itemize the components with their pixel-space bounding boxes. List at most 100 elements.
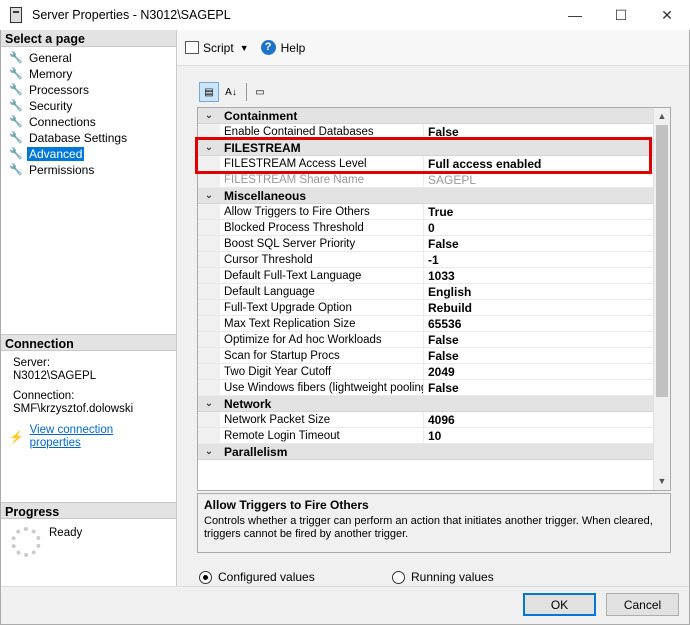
row-gutter	[198, 300, 220, 315]
property-row[interactable]: Cursor Threshold -1	[198, 252, 670, 268]
property-pages-icon[interactable]: ▭	[250, 82, 270, 102]
row-gutter	[198, 412, 220, 427]
property-value[interactable]: English	[424, 284, 670, 299]
category-name: Network	[224, 397, 272, 411]
property-value[interactable]: False	[424, 348, 670, 363]
property-row[interactable]: Default Language English	[198, 284, 670, 300]
property-value[interactable]: SAGEPL	[424, 172, 670, 187]
sidebar-item-label: Permissions	[29, 163, 95, 177]
property-row[interactable]: Scan for Startup Procs False	[198, 348, 670, 364]
property-name: Boost SQL Server Priority	[220, 236, 424, 251]
property-row[interactable]: Boost SQL Server Priority False	[198, 236, 670, 252]
alphabetical-sort-icon[interactable]: A↓	[221, 82, 241, 102]
sidebar-item-general[interactable]: 🔧 General	[1, 50, 176, 66]
row-gutter	[198, 380, 220, 395]
category-row[interactable]: ⌄ Network	[198, 396, 670, 412]
vertical-scrollbar[interactable]: ▲ ▼	[653, 108, 670, 490]
maximize-button[interactable]: ☐	[598, 0, 644, 30]
category-row[interactable]: ⌄ FILESTREAM	[198, 140, 670, 156]
property-value[interactable]: False	[424, 236, 670, 251]
property-name: Max Text Replication Size	[220, 316, 424, 331]
sidebar-item-security[interactable]: 🔧 Security	[1, 98, 176, 114]
property-row[interactable]: FILESTREAM Share Name SAGEPL	[198, 172, 670, 188]
property-value[interactable]: Rebuild	[424, 300, 670, 315]
category-row[interactable]: ⌄ Parallelism	[198, 444, 670, 460]
ok-button[interactable]: OK	[523, 593, 596, 616]
dialog-footer: OK Cancel	[1, 586, 689, 624]
chevron-down-icon[interactable]: ⌄	[198, 188, 220, 203]
chevron-down-icon[interactable]: ⌄	[198, 444, 220, 459]
configured-values-radio[interactable]: Configured values	[199, 570, 392, 584]
categorized-view-icon[interactable]: ▤	[199, 82, 219, 102]
script-button[interactable]: Script ▼	[185, 41, 249, 55]
property-value[interactable]: 0	[424, 220, 670, 235]
property-value[interactable]: 4096	[424, 412, 670, 427]
sidebar-item-processors[interactable]: 🔧 Processors	[1, 82, 176, 98]
radio-unselected-icon[interactable]	[392, 570, 405, 584]
connection-header: Connection	[1, 334, 176, 351]
sidebar-item-permissions[interactable]: 🔧 Permissions	[1, 162, 176, 178]
property-value[interactable]: False	[424, 380, 670, 395]
category-name: FILESTREAM	[224, 141, 301, 155]
property-row[interactable]: Enable Contained Databases False	[198, 124, 670, 140]
sidebar-item-connections[interactable]: 🔧 Connections	[1, 114, 176, 130]
view-connection-properties-link[interactable]: View connection properties	[30, 424, 164, 450]
category-name: Parallelism	[224, 445, 288, 459]
property-value[interactable]: False	[424, 332, 670, 347]
category-row[interactable]: ⌄ Containment	[198, 108, 670, 124]
scrollbar-thumb[interactable]	[656, 125, 668, 397]
description-panel: Allow Triggers to Fire Others Controls w…	[197, 493, 671, 553]
property-value[interactable]: 10	[424, 428, 670, 443]
property-row[interactable]: Max Text Replication Size 65536	[198, 316, 670, 332]
property-grid[interactable]: ⌄ Containment Enable Contained Databases Fa…	[197, 107, 671, 491]
close-button[interactable]: ✕	[644, 0, 690, 30]
property-value[interactable]: 65536	[424, 316, 670, 331]
chevron-down-icon[interactable]: ⌄	[198, 396, 220, 411]
row-gutter	[198, 268, 220, 283]
wrench-icon: 🔧	[9, 84, 23, 96]
property-row[interactable]: Default Full-Text Language 1033	[198, 268, 670, 284]
property-name: Optimize for Ad hoc Workloads	[220, 332, 424, 347]
running-values-label: Running values	[411, 570, 494, 584]
property-row[interactable]: Blocked Process Threshold 0	[198, 220, 670, 236]
property-row[interactable]: Network Packet Size 4096	[198, 412, 670, 428]
category-row[interactable]: ⌄ Miscellaneous	[198, 188, 670, 204]
scroll-up-icon[interactable]: ▲	[654, 108, 670, 125]
server-label: Server:	[13, 357, 51, 369]
cancel-button[interactable]: Cancel	[606, 593, 679, 616]
sidebar-item-database-settings[interactable]: 🔧 Database Settings	[1, 130, 176, 146]
property-name: Two Digit Year Cutoff	[220, 364, 424, 379]
property-value[interactable]: False	[424, 124, 670, 139]
chevron-down-icon[interactable]: ⌄	[198, 140, 220, 155]
connection-value: SMF\krzysztof.dolowski	[13, 403, 134, 415]
property-value[interactable]: 2049	[424, 364, 670, 379]
running-values-radio[interactable]: Running values	[392, 570, 494, 584]
property-value[interactable]: -1	[424, 252, 670, 267]
sidebar-item-label: General	[29, 51, 72, 65]
property-row[interactable]: Remote Login Timeout 10	[198, 428, 670, 444]
wrench-icon: 🔧	[9, 52, 23, 64]
property-name: Cursor Threshold	[220, 252, 424, 267]
property-value[interactable]: 1033	[424, 268, 670, 283]
minimize-button[interactable]: —	[552, 0, 598, 30]
property-name: Default Full-Text Language	[220, 268, 424, 283]
property-row[interactable]: Allow Triggers to Fire Others True	[198, 204, 670, 220]
help-button[interactable]: ? Help	[260, 40, 305, 55]
chevron-down-icon[interactable]: ▼	[240, 43, 249, 53]
property-row[interactable]: Two Digit Year Cutoff 2049	[198, 364, 670, 380]
sidebar-item-memory[interactable]: 🔧 Memory	[1, 66, 176, 82]
property-row[interactable]: Full-Text Upgrade Option Rebuild	[198, 300, 670, 316]
property-row[interactable]: Optimize for Ad hoc Workloads False	[198, 332, 670, 348]
progress-header: Progress	[1, 502, 176, 519]
progress-section: Progress Ready	[1, 502, 176, 565]
chevron-down-icon[interactable]: ⌄	[198, 108, 220, 123]
property-value[interactable]: True	[424, 204, 670, 219]
property-value[interactable]: Full access enabled	[424, 156, 670, 171]
plug-icon: ⚡	[9, 429, 24, 444]
radio-selected-icon[interactable]	[199, 570, 212, 584]
property-row[interactable]: FILESTREAM Access Level Full access enabl…	[198, 156, 670, 172]
scroll-down-icon[interactable]: ▼	[654, 473, 670, 490]
connection-section: Connection Server: N3012\SAGEPL Connecti…	[1, 334, 176, 456]
sidebar-item-advanced[interactable]: 🔧 Advanced	[1, 146, 176, 162]
property-row[interactable]: Use Windows fibers (lightweight pooling)…	[198, 380, 670, 396]
